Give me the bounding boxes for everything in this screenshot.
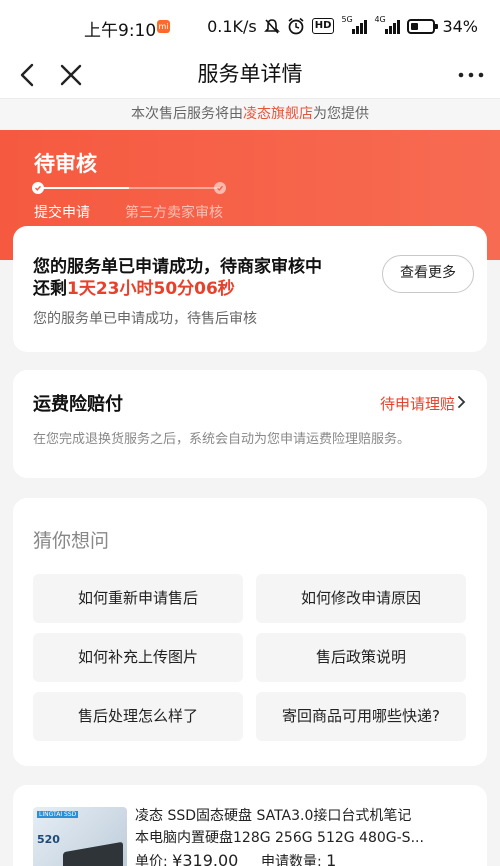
faq-card: 猜你想问 如何重新申请售后 如何修改申请原因 如何补充上传图片 售后政策说明 售… bbox=[13, 498, 487, 766]
status-sub-text: 您的服务单已申请成功，待售后审核 bbox=[33, 311, 257, 327]
signal-5g-icon: 5G bbox=[341, 15, 368, 34]
service-provider-notice: 本次售后服务将由凌态旗舰店为您提供 bbox=[0, 98, 500, 130]
view-more-button[interactable]: 查看更多 bbox=[382, 255, 474, 293]
chevron-right-icon[interactable] bbox=[457, 394, 467, 410]
countdown: 还剩1天23小时50分06秒 bbox=[33, 274, 235, 299]
faq-courier-button[interactable]: 寄回商品可用哪些快递? bbox=[256, 692, 466, 741]
product-price: 单价: ¥319.00 bbox=[135, 851, 238, 866]
hd-voice-badge: HD bbox=[311, 18, 335, 34]
insurance-description: 在您完成退换货服务之后，系统会自动为您申请运费险理赔服务。 bbox=[33, 432, 411, 447]
countdown-time: 1天23小时50分06秒 bbox=[67, 279, 235, 299]
step-submit-label: 提交申请 bbox=[34, 205, 90, 221]
step-review-label: 第三方卖家审核 bbox=[125, 205, 223, 221]
provider-prefix: 本次售后服务将由 bbox=[131, 106, 243, 122]
price-value: ¥319.00 bbox=[172, 851, 239, 866]
signal-4g-icon: 4G bbox=[374, 15, 401, 34]
service-status-card: 您的服务单已申请成功，待商家审核中 还剩1天23小时50分06秒 查看更多 您的… bbox=[13, 226, 487, 352]
product-quantity: 申请数量: 1 bbox=[261, 851, 336, 866]
navigation-bar: 服务单详情 bbox=[0, 52, 500, 98]
step-pending-icon bbox=[214, 182, 226, 194]
battery-level: 34% bbox=[442, 16, 478, 36]
product-image[interactable]: LINGTAI SSD 520 bbox=[33, 807, 127, 866]
progress-fill bbox=[38, 187, 129, 189]
page-title: 服务单详情 bbox=[197, 62, 303, 86]
product-title-line1: 凌态 SSD固态硬盘 SATA3.0接口台式机笔记 bbox=[135, 808, 412, 824]
status-time: 上午9:10 bbox=[84, 21, 157, 41]
insurance-title: 运费险赔付 bbox=[33, 394, 123, 415]
more-options-icon[interactable] bbox=[456, 60, 486, 90]
insurance-claim-status[interactable]: 待申请理赔 bbox=[380, 393, 455, 414]
step-done-icon bbox=[32, 182, 44, 194]
faq-progress-button[interactable]: 售后处理怎么样了 bbox=[33, 692, 243, 741]
shop-name-link[interactable]: 凌态旗舰店 bbox=[243, 106, 313, 122]
faq-title: 猜你想问 bbox=[33, 530, 110, 552]
faq-policy-button[interactable]: 售后政策说明 bbox=[256, 633, 466, 682]
faq-reapply-button[interactable]: 如何重新申请售后 bbox=[33, 574, 243, 623]
countdown-prefix: 还剩 bbox=[33, 279, 67, 299]
quantity-value: 1 bbox=[326, 851, 337, 866]
app-notification-icon: mi bbox=[157, 20, 170, 33]
faq-modify-reason-button[interactable]: 如何修改申请原因 bbox=[256, 574, 466, 623]
product-title-line2: 本电脑内置硬盘128G 256G 512G 480G-S... bbox=[135, 830, 424, 846]
provider-suffix: 为您提供 bbox=[313, 106, 369, 122]
faq-upload-images-button[interactable]: 如何补充上传图片 bbox=[33, 633, 243, 682]
progress-track bbox=[32, 182, 226, 194]
product-card[interactable]: LINGTAI SSD 520 凌态 SSD固态硬盘 SATA3.0接口台式机笔… bbox=[13, 785, 487, 866]
battery-icon bbox=[407, 18, 439, 34]
alarm-icon bbox=[288, 17, 304, 35]
shipping-insurance-card[interactable]: 运费险赔付 待申请理赔 在您完成退换货服务之后，系统会自动为您申请运费险理赔服务… bbox=[13, 370, 487, 478]
network-speed: 0.1K/s bbox=[207, 16, 257, 36]
mute-icon bbox=[263, 18, 280, 34]
system-status-bar: 上午9:10 mi 0.1K/s HD 5G 4G 34% bbox=[0, 0, 500, 52]
status-indicators: 0.1K/s HD 5G 4G 34% bbox=[207, 15, 478, 37]
review-status-title: 待审核 bbox=[34, 152, 97, 176]
